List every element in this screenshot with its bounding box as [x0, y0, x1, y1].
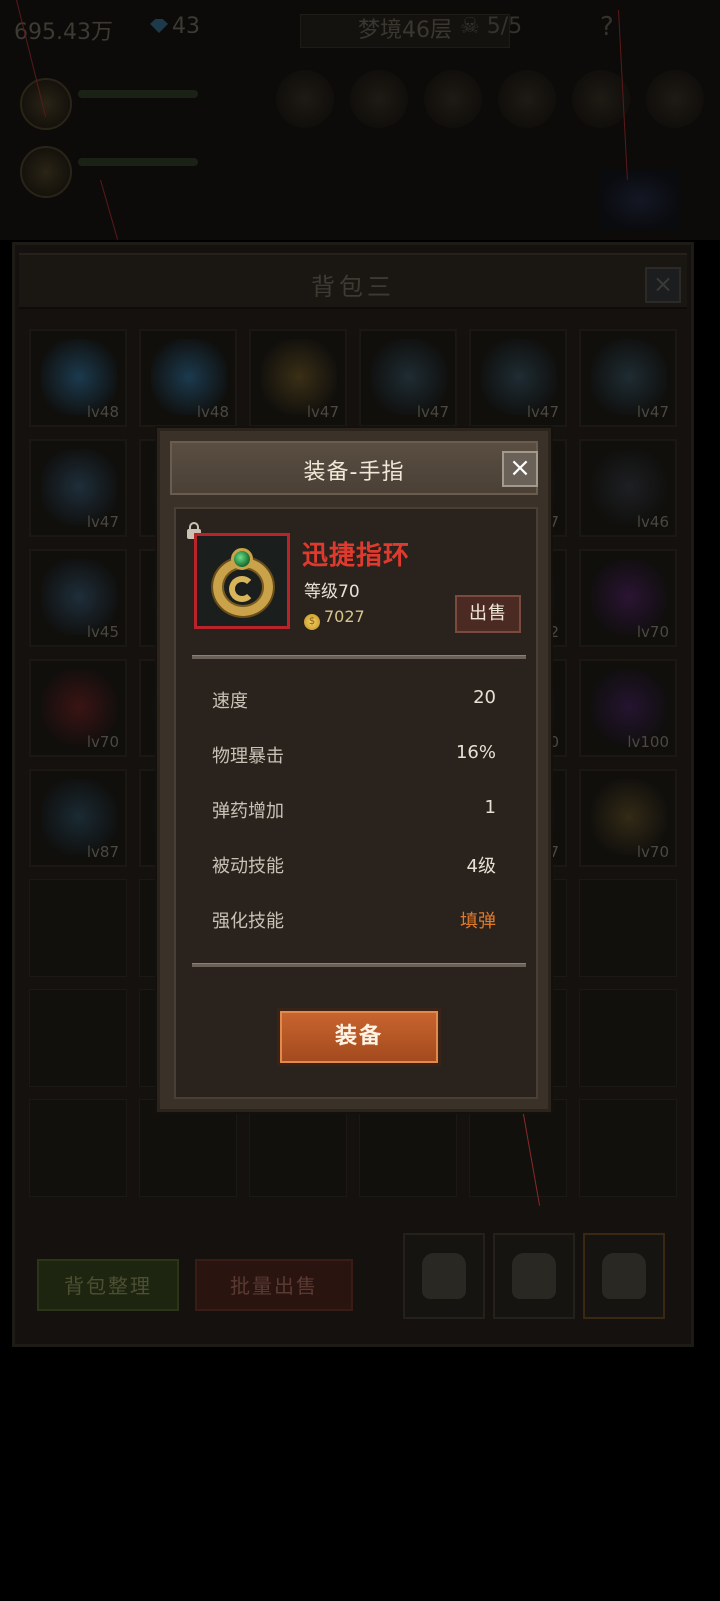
stat-label: 物理暴击	[212, 746, 284, 767]
stat-row: 强化技能 填弹	[212, 907, 496, 933]
backpack-item-slot[interactable]: lv70	[579, 769, 677, 867]
backpack-item-slot[interactable]: lv45	[29, 549, 127, 647]
backpack-header: 背包三 ×	[19, 253, 687, 309]
backpack-empty-slot[interactable]	[29, 879, 127, 977]
item-level-label: lv70	[86, 733, 119, 751]
backpack-title: 背包三	[311, 273, 395, 301]
backpack-empty-slot[interactable]	[29, 1099, 127, 1197]
backpack-item-slot[interactable]: lv47	[579, 329, 677, 427]
backpack-item-slot[interactable]: lv47	[29, 439, 127, 537]
skill-slot[interactable]	[276, 70, 334, 128]
item-level-label: lv47	[416, 403, 449, 421]
skill-slot[interactable]	[498, 70, 556, 128]
hud-resource-bar: 695.43万 43 梦境46层 ☠ 5/5 ?	[0, 8, 720, 48]
backpack-item-slot[interactable]: lv47	[469, 329, 567, 427]
close-icon[interactable]: ×	[645, 267, 681, 303]
gem-icon	[150, 19, 168, 33]
dialog-header: 装备-手指 ×	[170, 441, 538, 495]
item-level-label: lv48	[86, 403, 119, 421]
pet-portrait[interactable]	[20, 146, 72, 198]
skill-slot[interactable]	[646, 70, 704, 128]
skill-slot[interactable]	[424, 70, 482, 128]
backpack-icon	[512, 1253, 556, 1299]
divider	[192, 963, 526, 967]
skill-slot[interactable]	[350, 70, 408, 128]
wings-icon[interactable]	[600, 170, 680, 230]
backpack-item-slot[interactable]: lv46	[579, 439, 677, 537]
item-level-label: lv100	[627, 733, 669, 751]
backpack-item-slot[interactable]: lv70	[579, 549, 677, 647]
item-level-label: lv47	[306, 403, 339, 421]
close-icon[interactable]: ×	[502, 451, 538, 487]
backpack-tab-1[interactable]	[403, 1233, 485, 1319]
equip-button[interactable]: 装备	[280, 1011, 438, 1063]
hero-portrait[interactable]	[20, 78, 72, 130]
backpack-tab-3[interactable]	[583, 1233, 665, 1319]
stat-row: 物理暴击 16%	[212, 742, 496, 768]
item-level-label: lv48	[196, 403, 229, 421]
item-icon-frame	[194, 533, 290, 629]
backpack-icon	[602, 1253, 646, 1299]
dialog-body: 迅捷指环 等级70 $7027 出售 速度 20 物理暴击 16% 弹药增加 1…	[174, 507, 538, 1099]
equipment-dialog: 装备-手指 × 迅捷指环 等级70 $7027 出售 速度 20 物理暴击 16…	[157, 428, 551, 1112]
item-name: 迅捷指环	[302, 541, 411, 571]
backpack-empty-slot[interactable]	[139, 1099, 237, 1197]
backpack-item-slot[interactable]: lv48	[29, 329, 127, 427]
item-level: 等级70	[304, 582, 360, 602]
backpack-item-slot[interactable]: lv70	[29, 659, 127, 757]
key-count: 5/5	[486, 14, 523, 39]
backpack-item-slot[interactable]: lv100	[579, 659, 677, 757]
gem-amount: 43	[172, 14, 200, 39]
backpack-empty-slot[interactable]	[249, 1099, 347, 1197]
stat-value: 20	[473, 687, 496, 708]
backpack-empty-slot[interactable]	[29, 989, 127, 1087]
backpack-empty-slot[interactable]	[469, 1099, 567, 1197]
batch-sell-button[interactable]: 批量出售	[195, 1259, 353, 1311]
item-level-label: lv70	[636, 843, 669, 861]
stat-label: 被动技能	[212, 856, 284, 877]
backpack-item-slot[interactable]: lv47	[359, 329, 457, 427]
item-level-label: lv46	[636, 513, 669, 531]
backpack-icon	[422, 1253, 466, 1299]
stat-label: 弹药增加	[212, 801, 284, 822]
item-level-label: lv87	[86, 843, 119, 861]
stat-value: 1	[484, 797, 496, 818]
stat-row: 速度 20	[212, 687, 496, 713]
stat-value: 4级	[466, 856, 496, 877]
dialog-title: 装备-手指	[303, 460, 405, 485]
item-price: $7027	[304, 607, 365, 630]
stat-label: 强化技能	[212, 911, 284, 932]
stat-value-skill[interactable]: 填弹	[460, 907, 496, 933]
backpack-empty-slot[interactable]	[359, 1099, 457, 1197]
backpack-item-slot[interactable]: lv47	[249, 329, 347, 427]
coin-icon: $	[304, 614, 320, 630]
backpack-empty-slot[interactable]	[579, 879, 677, 977]
skull-icon: ☠	[460, 14, 480, 39]
item-level-label: lv47	[86, 513, 119, 531]
ring-icon	[211, 546, 277, 618]
backpack-item-slot[interactable]: lv87	[29, 769, 127, 867]
item-level-label: lv70	[636, 623, 669, 641]
item-level-label: lv47	[636, 403, 669, 421]
stat-row: 弹药增加 1	[212, 797, 496, 823]
backpack-empty-slot[interactable]	[579, 1099, 677, 1197]
item-level-label: lv47	[526, 403, 559, 421]
organize-button[interactable]: 背包整理	[37, 1259, 179, 1311]
item-level-label: lv45	[86, 623, 119, 641]
stat-label: 速度	[212, 691, 248, 712]
stat-value: 16%	[455, 742, 496, 763]
gold-amount: 695.43万	[14, 20, 113, 45]
gem-counter: 43	[150, 14, 200, 39]
divider	[192, 655, 526, 659]
item-price-value: 7027	[324, 607, 365, 626]
hero-hp-bar	[78, 90, 198, 98]
key-counter: ☠ 5/5	[460, 14, 522, 39]
sell-button[interactable]: 出售	[455, 595, 521, 633]
backpack-tab-2[interactable]	[493, 1233, 575, 1319]
backpack-empty-slot[interactable]	[579, 989, 677, 1087]
help-button[interactable]: ?	[600, 12, 614, 42]
pet-hp-bar	[78, 158, 198, 166]
backpack-item-slot[interactable]: lv48	[139, 329, 237, 427]
stat-row: 被动技能 4级	[212, 852, 496, 878]
